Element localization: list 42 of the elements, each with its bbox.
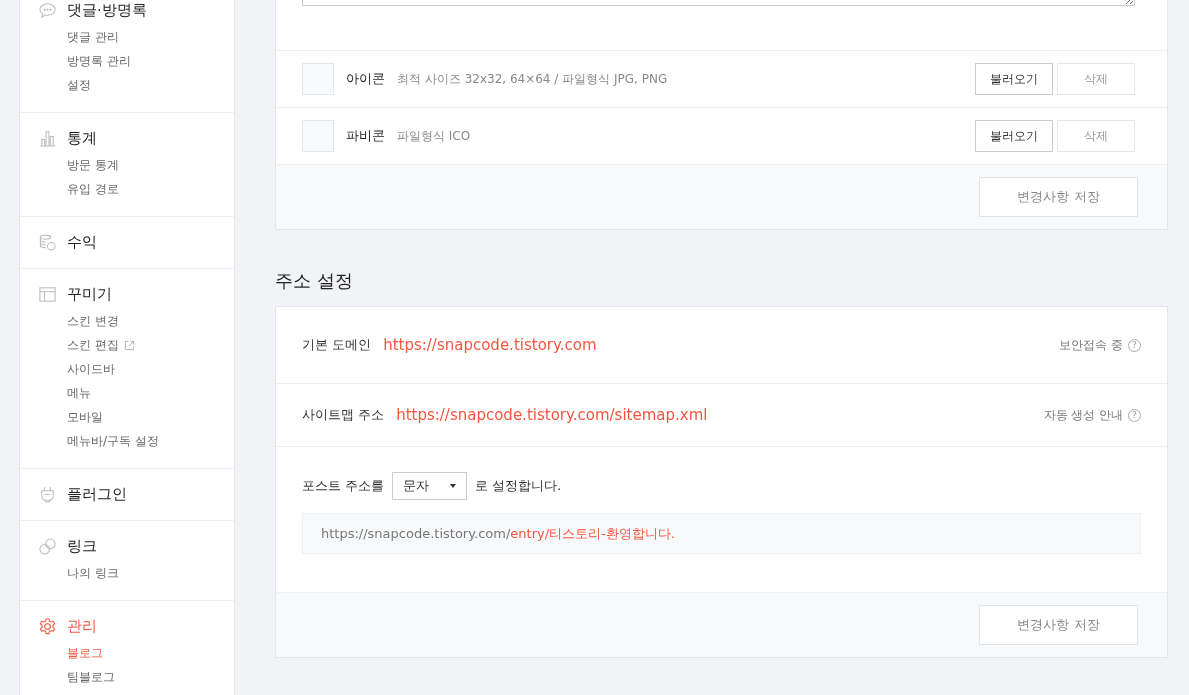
url-preview: https://snapcode.tistory.com/entry/티스토리-환영합니다. [302, 513, 1141, 554]
sidebar-item[interactable]: 스킨 변경 [67, 312, 119, 330]
sidebar-item[interactable]: 댓글 관리 [67, 28, 119, 46]
sidebar-item[interactable]: 방명록 관리 [67, 52, 131, 70]
sidebar-group-title[interactable]: 수익 [67, 232, 97, 252]
sidebar-item[interactable]: 스킨 편집 [67, 336, 119, 354]
sidebar-group-title[interactable]: 댓글·방명록 [67, 0, 147, 20]
sidebar-item[interactable]: 유입 경로 [67, 180, 119, 198]
load-button[interactable]: 불러오기 [975, 63, 1053, 95]
row-label: 파비콘 [346, 127, 385, 145]
row-label: 사이트맵 주소 [302, 406, 385, 424]
sidebar-group-title[interactable]: 관리 [67, 616, 97, 636]
image-placeholder [302, 120, 334, 152]
row-label: 아이콘 [346, 70, 385, 88]
sidebar-group-title[interactable]: 통계 [67, 128, 97, 148]
sidebar-item[interactable]: 모바일 [67, 408, 103, 426]
sidebar-group-title[interactable]: 꾸미기 [67, 284, 112, 304]
row-description: 파일형식 ICO [397, 127, 471, 145]
url-link[interactable]: https://snapcode.tistory.com/sitemap.xml [396, 406, 708, 424]
help-text: 자동 생성 안내 [1043, 407, 1123, 423]
section-title: 주소 설정 [275, 269, 354, 293]
format-dropdown[interactable]: 문자 [392, 472, 468, 500]
sidebar-item[interactable]: 팀블로그 [67, 668, 115, 686]
load-button[interactable]: 불러오기 [975, 120, 1053, 152]
sidebar-item[interactable]: 메뉴바/구독 설정 [67, 432, 159, 450]
help-text: 보안접속 중 [1059, 337, 1123, 353]
save-button[interactable]: 변경사항 저장 [979, 605, 1138, 645]
save-button[interactable]: 변경사항 저장 [979, 177, 1138, 217]
row-description: 최적 사이즈 32x32, 64×64 / 파일형식 JPG, PNG [397, 70, 668, 88]
post-address-label: 포스트 주소를 [302, 477, 385, 495]
sidebar-item[interactable]: 방문 통계 [67, 156, 119, 174]
sidebar-item[interactable]: 메뉴 [67, 384, 91, 402]
sidebar-item[interactable]: 설정 [67, 76, 91, 94]
sidebar-item[interactable]: 사이드바 [67, 360, 115, 378]
sidebar-group-title[interactable]: 플러그인 [67, 484, 127, 504]
sidebar-item[interactable]: 나의 링크 [67, 564, 119, 582]
post-address-suffix: 로 설정합니다. [475, 477, 562, 495]
url-link[interactable]: https://snapcode.tistory.com [383, 336, 597, 354]
sidebar-item[interactable]: 블로그 [67, 644, 103, 662]
sidebar-group-title[interactable]: 링크 [67, 536, 97, 556]
image-placeholder [302, 63, 334, 95]
row-label: 기본 도메인 [302, 336, 372, 354]
